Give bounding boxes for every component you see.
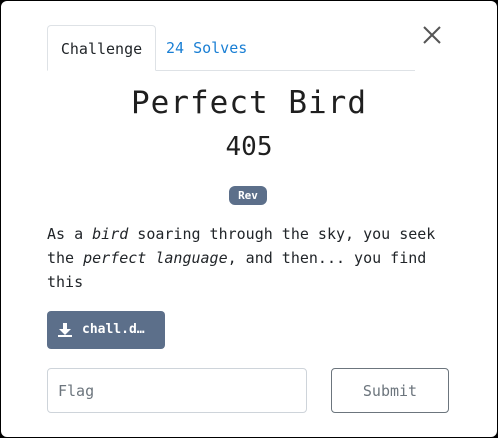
tab-challenge[interactable]: Challenge xyxy=(47,25,156,71)
description-emphasis-language: perfect language xyxy=(83,249,228,267)
description-text: As a xyxy=(47,225,93,243)
file-name: chall.d… xyxy=(82,322,145,337)
challenge-tabs: Challenge 24 Solves xyxy=(47,25,415,71)
file-download-button[interactable]: chall.d… xyxy=(47,311,165,349)
description-emphasis-bird: bird xyxy=(92,225,129,243)
flag-input[interactable] xyxy=(47,368,307,413)
challenge-description: As a bird soaring through the sky, you s… xyxy=(47,222,447,294)
challenge-modal: Challenge 24 Solves Perfect Bird 405 Rev… xyxy=(1,1,497,437)
download-icon xyxy=(58,323,72,337)
category-badge: Rev xyxy=(229,186,267,205)
challenge-points: 405 xyxy=(225,132,273,162)
close-icon xyxy=(423,26,441,44)
submit-button[interactable]: Submit xyxy=(331,368,449,413)
tab-solves[interactable]: 24 Solves xyxy=(166,25,247,71)
challenge-title: Perfect Bird xyxy=(131,85,367,121)
close-button[interactable] xyxy=(420,23,444,47)
